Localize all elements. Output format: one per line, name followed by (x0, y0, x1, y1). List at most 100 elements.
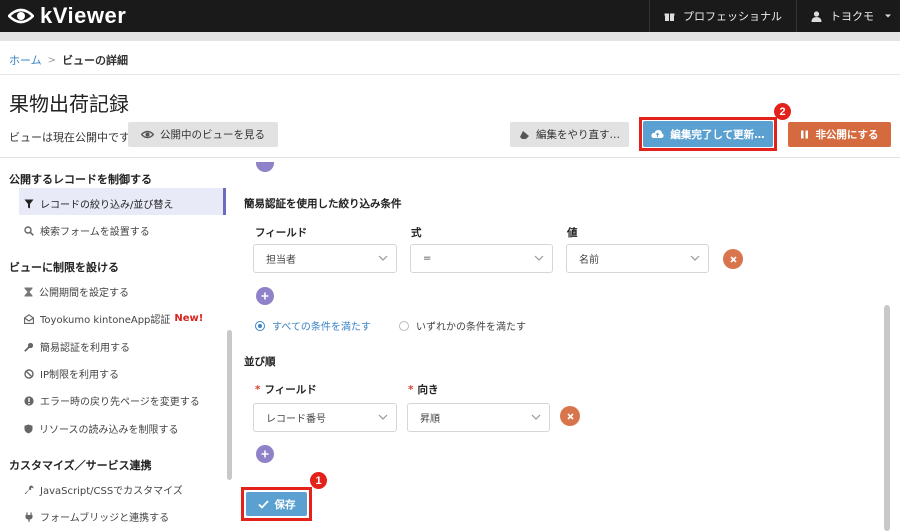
radio-all-label: すべての条件を満たす (272, 322, 371, 333)
sidebar-scrollbar[interactable] (227, 330, 232, 480)
filter-icon (24, 199, 34, 208)
sidebar-item-form-bridge[interactable]: フォームブリッジと連携する (24, 509, 169, 524)
breadcrumb: ホーム > ビューの詳細 (9, 52, 128, 68)
divider (0, 74, 900, 75)
pause-icon (801, 130, 809, 139)
chevron-down-icon (531, 414, 541, 420)
hourglass-icon (24, 287, 33, 296)
radio-any-label: いずれかの条件を満たす (416, 322, 526, 333)
wrench-icon (24, 485, 34, 494)
sort-heading: 並び順 (244, 356, 276, 368)
main-scrollbar[interactable] (884, 305, 890, 531)
view-public-label: 公開中のビューを見る (160, 129, 265, 141)
radio-any-condition[interactable]: いずれかの条件を満たす (399, 318, 526, 333)
radio-button-any[interactable] (399, 320, 409, 331)
sort-column-field-label: フィールド (264, 384, 317, 396)
sidebar-item-label: JavaScript/CSSでカスタマイズ (40, 486, 183, 497)
required-mark: * (255, 384, 261, 396)
eye-icon (141, 130, 154, 139)
plus-icon (261, 292, 269, 300)
sidebar-item-label: レコードの絞り込み/並び替え (40, 200, 174, 211)
radio-all-conditions[interactable]: すべての条件を満たす (255, 318, 371, 333)
sort-column-field: * フィールド (255, 382, 317, 397)
chevron-down-icon (534, 255, 544, 261)
sidebar-item-simple-auth[interactable]: 簡易認証を利用する (24, 339, 130, 354)
sidebar-item-filter-sort[interactable]: レコードの絞り込み/並び替え (24, 196, 173, 211)
redo-edit-button[interactable]: 編集をやり直す… (510, 122, 629, 147)
user-icon (811, 10, 822, 22)
unpublish-button[interactable]: 非公開にする (788, 122, 891, 147)
remove-sort-button[interactable] (560, 406, 580, 426)
sidebar-section-restrictions: ビューに制限を設ける (9, 261, 119, 274)
sidebar-item-label: IP制限を利用する (40, 370, 119, 381)
sidebar-item-period[interactable]: 公開期間を設定する (24, 284, 129, 299)
sidebar-item-app-auth[interactable]: Toyokumo kintoneApp認証 New! (24, 311, 203, 326)
chevron-down-icon (378, 255, 388, 261)
add-sort-button[interactable] (256, 445, 274, 463)
sidebar-item-label: 検索フォームを設置する (40, 227, 150, 238)
divider (0, 157, 900, 158)
plus-icon (261, 450, 269, 458)
app-name: kViewer (40, 3, 127, 28)
sidebar-item-ip-limit[interactable]: IP制限を利用する (24, 366, 119, 381)
shield-icon (24, 424, 33, 433)
breadcrumb-home-link[interactable]: ホーム (9, 52, 42, 68)
sidebar-section-customize: カスタマイズ／サービス連携 (9, 459, 152, 472)
search-icon (24, 225, 34, 236)
user-name: トヨクモ (830, 10, 874, 23)
sidebar-item-label: フォームブリッジと連携する (40, 513, 170, 524)
key-icon (24, 342, 34, 352)
add-filter-button[interactable] (256, 287, 274, 305)
filter-value-select[interactable]: 名前 (566, 244, 709, 273)
required-mark: * (408, 384, 414, 396)
plan-menu[interactable]: プロフェッショナル (649, 0, 796, 32)
ban-icon (24, 368, 34, 379)
filter-field-select[interactable]: 担当者 (253, 244, 397, 273)
publish-status-text: ビューは現在公開中です (9, 131, 130, 144)
redo-edit-label: 編集をやり直す… (536, 129, 620, 141)
exclamation-circle-icon (24, 395, 34, 406)
filter-expression-select[interactable]: = (410, 244, 553, 273)
chevron-down-icon (690, 255, 700, 261)
callout-badge-one: 1 (310, 472, 327, 489)
new-badge: New! (174, 313, 204, 324)
envelope-open-icon (24, 313, 34, 324)
sort-field-select[interactable]: レコード番号 (253, 403, 397, 432)
filter-column-field: フィールド (255, 227, 308, 239)
filter-column-value: 値 (567, 227, 578, 239)
sidebar-item-label: リソースの読み込みを制限する (39, 425, 179, 436)
plan-label: プロフェッショナル (683, 10, 782, 23)
page-title: 果物出荷記録 (9, 92, 129, 116)
sidebar-item-label: 公開期間を設定する (39, 288, 129, 299)
radio-button-all[interactable] (255, 320, 265, 331)
top-navigation-bar: kViewer プロフェッショナル トヨクモ (0, 0, 900, 32)
view-public-button[interactable]: 公開中のビューを見る (128, 122, 278, 147)
breadcrumb-current: ビューの詳細 (62, 54, 129, 67)
sidebar-item-search-form[interactable]: 検索フォームを設置する (24, 223, 150, 238)
app-logo[interactable]: kViewer (8, 3, 126, 29)
eye-icon (8, 8, 34, 24)
sort-direction-select[interactable]: 昇順 (407, 403, 550, 432)
user-menu[interactable]: トヨクモ (796, 0, 900, 32)
sidebar-item-js-css[interactable]: JavaScript/CSSでカスタマイズ (24, 482, 183, 497)
remove-filter-button[interactable] (723, 249, 743, 269)
caret-down-icon (885, 14, 891, 18)
filter-field-value: 担当者 (266, 255, 296, 266)
eraser-icon (520, 130, 529, 139)
chevron-down-icon (378, 414, 388, 420)
sidebar-item-label: エラー時の戻り先ページを変更する (40, 397, 200, 408)
breadcrumb-separator-icon: > (47, 54, 57, 66)
sidebar-item-resource-limit[interactable]: リソースの読み込みを制限する (24, 421, 179, 436)
add-condition-button-partial[interactable] (256, 162, 274, 172)
callout-highlight-update (639, 117, 777, 151)
sort-column-direction: * 向き (408, 382, 439, 397)
close-icon (566, 412, 574, 420)
filter-heading: 簡易認証を使用した絞り込み条件 (244, 198, 402, 210)
sidebar-item-error-page[interactable]: エラー時の戻り先ページを変更する (24, 393, 200, 408)
close-icon (729, 255, 737, 263)
gift-icon (664, 13, 675, 21)
sort-direction-value: 昇順 (420, 414, 440, 425)
sidebar-item-label: 簡易認証を利用する (40, 343, 130, 354)
callout-badge-two: 2 (774, 103, 791, 120)
filter-value-value: 名前 (579, 255, 599, 266)
